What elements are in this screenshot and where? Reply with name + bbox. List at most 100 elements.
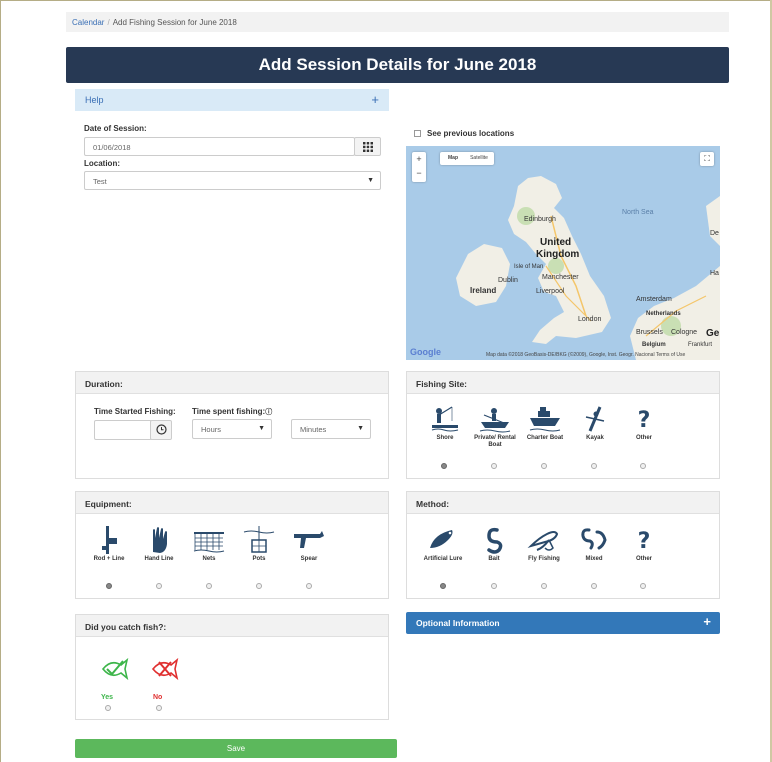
method-radio-mixed[interactable]	[591, 583, 597, 589]
location-select[interactable]: Test ▼	[84, 171, 381, 190]
site-option-kayak[interactable]: Kayak	[570, 405, 620, 442]
method-radio-other[interactable]	[640, 583, 646, 589]
method-option-artificial-lure[interactable]: Artificial Lure	[418, 526, 468, 563]
equipment-radio-hand-line[interactable]	[156, 583, 162, 589]
site-option-charter-boat[interactable]: Charter Boat	[520, 405, 570, 442]
equipment-option-spear[interactable]: Spear	[284, 526, 334, 563]
zoom-in-button[interactable]: +	[412, 152, 426, 167]
map-label-london: London	[578, 316, 602, 323]
map-type-satellite[interactable]: Satellite	[465, 152, 493, 165]
minutes-select[interactable]: Minutes ▼	[291, 419, 371, 439]
optional-expand-icon[interactable]: +	[703, 614, 711, 629]
hours-select[interactable]: Hours ▼	[192, 419, 272, 439]
date-input[interactable]: 01/06/2018	[84, 137, 355, 156]
location-map[interactable]: + − Map Satellite ⛶ Edinburgh North Sea U…	[406, 146, 720, 360]
site-option-label: Private/ Rental Boat	[474, 435, 516, 448]
zoom-out-button[interactable]: −	[412, 167, 426, 182]
net-icon	[193, 532, 225, 553]
equipment-option-label: Hand Line	[144, 556, 174, 562]
site-radio-kayak[interactable]	[591, 463, 597, 469]
method-option-mixed[interactable]: Mixed	[569, 526, 619, 563]
map-label-edinburgh: Edinburgh	[524, 216, 556, 223]
svg-text:?: ?	[638, 529, 651, 554]
equipment-option-label: Pots	[252, 556, 266, 562]
method-option-fly-fishing[interactable]: Fly Fishing	[519, 526, 569, 563]
save-button[interactable]: Save	[75, 739, 397, 758]
help-toggle-bar[interactable]: Help +	[75, 89, 389, 111]
map-type-toggle: Map Satellite	[440, 152, 494, 165]
previous-locations-checkbox[interactable]	[414, 130, 421, 137]
calendar-icon	[363, 142, 373, 152]
equipment-option-label: Nets	[202, 556, 216, 562]
method-option-bait[interactable]: Bait	[469, 526, 519, 563]
site-option-private-boat[interactable]: Private/ Rental Boat	[470, 405, 520, 449]
catch-radio-no[interactable]	[156, 705, 162, 711]
google-logo: Google	[410, 347, 441, 357]
method-option-label: Fly Fishing	[528, 556, 560, 562]
previous-locations-toggle[interactable]: See previous locations	[414, 129, 514, 138]
question-fish-icon: ?	[638, 408, 651, 433]
method-radio-fly-fishing[interactable]	[541, 583, 547, 589]
site-radio-other[interactable]	[640, 463, 646, 469]
method-panel: Method: Artificial Lure Bait Fly Fishing…	[406, 491, 720, 599]
map-label-liverpool: Liverpool	[536, 288, 565, 295]
equipment-radio-nets[interactable]	[206, 583, 212, 589]
site-radio-private-boat[interactable]	[491, 463, 497, 469]
catch-option-no[interactable]	[139, 655, 189, 683]
method-option-label: Artificial Lure	[423, 556, 463, 562]
equipment-title: Equipment:	[76, 492, 388, 514]
time-started-label: Time Started Fishing:	[94, 407, 176, 416]
fullscreen-icon[interactable]: ⛶	[700, 152, 714, 166]
equipment-option-hand-line[interactable]: Hand Line	[134, 526, 184, 563]
minutes-value: Minutes	[300, 425, 327, 434]
site-option-label: Kayak	[586, 435, 604, 441]
chevron-down-icon: ▼	[357, 425, 364, 432]
map-type-map[interactable]: Map	[441, 152, 465, 165]
equipment-option-pots[interactable]: Pots	[234, 526, 284, 563]
rod-reel-icon	[102, 526, 117, 554]
clock-button[interactable]	[150, 420, 172, 440]
map-zoom-controls: + −	[412, 152, 426, 182]
method-radio-artificial-lure[interactable]	[440, 583, 446, 589]
equipment-option-nets[interactable]: Nets	[184, 526, 234, 563]
time-spent-label: Time spent fishing:ⓘ	[192, 407, 272, 417]
equipment-option-rod-line[interactable]: Rod + Line	[84, 526, 134, 563]
method-option-label: Other	[635, 556, 652, 562]
equipment-radio-pots[interactable]	[256, 583, 262, 589]
method-option-label: Mixed	[585, 556, 603, 562]
site-option-label: Shore	[436, 435, 454, 441]
site-option-shore[interactable]: Shore	[420, 405, 470, 442]
info-icon: ⓘ	[265, 409, 273, 416]
method-radio-bait[interactable]	[491, 583, 497, 589]
svg-text:?: ?	[638, 408, 651, 433]
equipment-radio-spear[interactable]	[306, 583, 312, 589]
map-label-manchester: Manchester	[542, 274, 579, 281]
fishing-site-title: Fishing Site:	[407, 372, 719, 394]
kayak-icon	[585, 406, 605, 432]
map-label-cologne: Cologne	[671, 329, 698, 336]
map-label-ge: Ge	[706, 328, 720, 339]
site-option-other[interactable]: ? Other	[619, 405, 669, 442]
site-option-label: Other	[635, 435, 652, 441]
breadcrumb-calendar-link[interactable]: Calendar	[72, 18, 104, 27]
site-radio-charter-boat[interactable]	[541, 463, 547, 469]
question-fish-icon: ?	[638, 529, 651, 554]
equipment-radio-rod-line[interactable]	[106, 583, 112, 589]
map-label-dublin: Dublin	[498, 277, 518, 284]
time-started-input[interactable]	[94, 420, 152, 440]
previous-locations-label: See previous locations	[427, 129, 515, 138]
calendar-button[interactable]	[354, 137, 381, 156]
fish-check-icon	[101, 657, 129, 681]
map-label-amsterdam: Amsterdam	[636, 296, 672, 303]
site-radio-shore[interactable]	[441, 463, 447, 469]
shore-fishing-icon	[431, 406, 459, 432]
charter-boat-icon	[529, 407, 561, 432]
catch-radio-yes[interactable]	[105, 705, 111, 711]
catch-option-yes[interactable]	[89, 655, 139, 683]
worm-icon	[487, 527, 503, 554]
help-label: Help	[85, 95, 104, 105]
help-expand-icon[interactable]: +	[371, 92, 379, 107]
catch-title: Did you catch fish?:	[76, 615, 388, 637]
method-option-other[interactable]: ? Other	[619, 526, 669, 563]
optional-information-bar[interactable]: Optional Information +	[406, 612, 720, 634]
